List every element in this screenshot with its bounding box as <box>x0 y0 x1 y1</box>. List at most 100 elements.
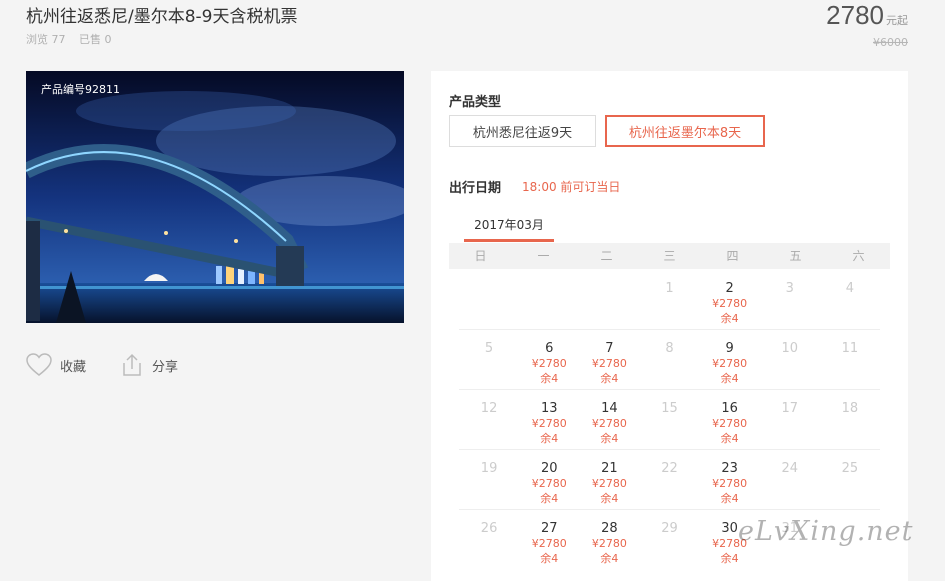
stats: 浏览 77 已售 0 <box>26 31 122 47</box>
booking-deadline-note: 18:00 前可订当日 <box>522 180 621 194</box>
option-melbourne[interactable]: 杭州往返墨尔本8天 <box>605 115 765 147</box>
calendar-day: 22 <box>639 450 699 509</box>
day-number: 8 <box>665 341 674 356</box>
day-number: 20 <box>540 461 558 476</box>
calendar-day-available[interactable]: 20 ¥2780 余4 <box>519 450 579 509</box>
price-block: 2780 元起 <box>826 0 908 31</box>
calendar-day: 1 <box>639 270 699 329</box>
day-number: 21 <box>601 461 618 476</box>
day-number: 25 <box>841 461 859 476</box>
calendar-day-available[interactable]: 7 ¥2780 余4 <box>579 330 639 389</box>
calendar-week-row: 12 13 ¥2780 余4 14 ¥2780 余4 15 16 ¥2780 余4 17 18 <box>459 390 880 450</box>
original-price: ¥6000 <box>873 36 908 49</box>
product-type-label: 产品类型 <box>449 95 502 110</box>
views-count: 浏览 77 <box>26 33 66 46</box>
calendar-day: 26 <box>459 510 519 569</box>
day-number: 29 <box>661 521 678 536</box>
calendar-day: 4 <box>820 270 880 329</box>
calendar-day-available[interactable]: 6 ¥2780 余4 <box>519 330 579 389</box>
product-photo: 产品编号92811 <box>26 71 404 323</box>
day-number: 18 <box>841 401 859 416</box>
share-label: 分享 <box>152 359 179 375</box>
day-number: 26 <box>480 521 498 536</box>
weekday-label: 三 <box>663 249 676 263</box>
day-price: ¥2780 <box>531 477 567 490</box>
action-bar: 收藏 分享 <box>26 353 212 377</box>
calendar-day: 11 <box>820 330 880 389</box>
day-number: 16 <box>721 401 738 416</box>
calendar-day: 18 <box>820 390 880 449</box>
day-stock: 余4 <box>600 432 619 445</box>
day-number: 22 <box>661 461 678 476</box>
day-number: 2 <box>725 281 734 296</box>
calendar-day: 19 <box>459 450 519 509</box>
calendar-day: 12 <box>459 390 519 449</box>
day-number: 4 <box>845 281 855 296</box>
page-title: 杭州往返悉尼/墨尔本8-9天含税机票 <box>26 7 298 27</box>
sold-count: 已售 0 <box>79 33 112 46</box>
calendar-day <box>459 270 519 329</box>
day-price: ¥2780 <box>531 537 567 550</box>
calendar-day-available[interactable]: 2 ¥2780 余4 <box>700 270 760 329</box>
share-button[interactable]: 分享 <box>120 353 178 377</box>
calendar-day-available[interactable]: 14 ¥2780 余4 <box>579 390 639 449</box>
calendar-day: 24 <box>760 450 820 509</box>
day-number: 9 <box>725 341 734 356</box>
calendar-day-available[interactable]: 13 ¥2780 余4 <box>519 390 579 449</box>
day-stock: 余4 <box>600 372 619 385</box>
day-number: 1 <box>665 281 674 296</box>
day-price: ¥2780 <box>712 477 748 490</box>
calendar-day-available[interactable]: 21 ¥2780 余4 <box>579 450 639 509</box>
day-price: ¥2780 <box>591 417 627 430</box>
calendar-day-available[interactable]: 28 ¥2780 余4 <box>579 510 639 569</box>
day-stock: 余4 <box>720 312 739 325</box>
day-price: ¥2780 <box>712 357 748 370</box>
day-number: 27 <box>540 521 558 536</box>
calendar-week-row: 5 6 ¥2780 余4 7 ¥2780 余4 8 9 ¥2780 余4 10 11 <box>459 330 880 390</box>
day-number: 12 <box>480 401 498 416</box>
weekday-label: 五 <box>789 249 802 263</box>
weekday-label: 日 <box>474 249 487 263</box>
calendar-day-available[interactable]: 16 ¥2780 余4 <box>700 390 760 449</box>
favorite-button[interactable]: 收藏 <box>26 353 86 377</box>
weekday-label: 二 <box>600 249 613 263</box>
calendar-day <box>519 270 579 329</box>
share-icon <box>123 353 141 376</box>
day-price: ¥2780 <box>591 477 627 490</box>
day-stock: 余4 <box>540 372 559 385</box>
price-unit: 元起 <box>886 14 908 27</box>
day-number: 7 <box>605 341 614 356</box>
watermark: eLvXing.net <box>738 516 914 547</box>
calendar-day-available[interactable]: 23 ¥2780 余4 <box>700 450 760 509</box>
calendar-week-row: 1 2 ¥2780 余4 3 4 <box>459 270 880 330</box>
weekday-label: 一 <box>537 249 550 263</box>
heart-icon <box>26 353 52 376</box>
harbour-bridge-image <box>26 71 404 323</box>
day-number: 13 <box>540 401 558 416</box>
day-stock: 余4 <box>600 492 619 505</box>
weekday-header: 日一二三四五六 <box>449 243 890 269</box>
day-number: 23 <box>721 461 738 476</box>
calendar-day-available[interactable]: 27 ¥2780 余4 <box>519 510 579 569</box>
price-value: 2780 <box>826 0 884 30</box>
day-number: 6 <box>545 341 554 356</box>
day-number: 14 <box>601 401 618 416</box>
day-number: 15 <box>661 401 678 416</box>
calendar-day-available[interactable]: 9 ¥2780 余4 <box>700 330 760 389</box>
booking-panel: 产品类型 杭州悉尼往返9天 杭州往返墨尔本8天 出行日期 18:00 前可订当日… <box>431 71 908 581</box>
day-price: ¥2780 <box>531 357 567 370</box>
option-sydney[interactable]: 杭州悉尼往返9天 <box>449 115 596 147</box>
calendar-day: 10 <box>760 330 820 389</box>
day-number: 5 <box>484 341 494 356</box>
calendar-day: 8 <box>639 330 699 389</box>
calendar-week-row: 19 20 ¥2780 余4 21 ¥2780 余4 22 23 ¥2780 余4 24 25 <box>459 450 880 510</box>
calendar-day: 25 <box>820 450 880 509</box>
day-price: ¥2780 <box>712 417 748 430</box>
day-price: ¥2780 <box>591 537 627 550</box>
day-price: ¥2780 <box>531 417 567 430</box>
calendar-day: 17 <box>760 390 820 449</box>
weekday-label: 六 <box>852 249 865 263</box>
month-tab[interactable]: 2017年03月 <box>464 216 554 242</box>
day-number: 17 <box>781 401 799 416</box>
day-price: ¥2780 <box>712 297 748 310</box>
